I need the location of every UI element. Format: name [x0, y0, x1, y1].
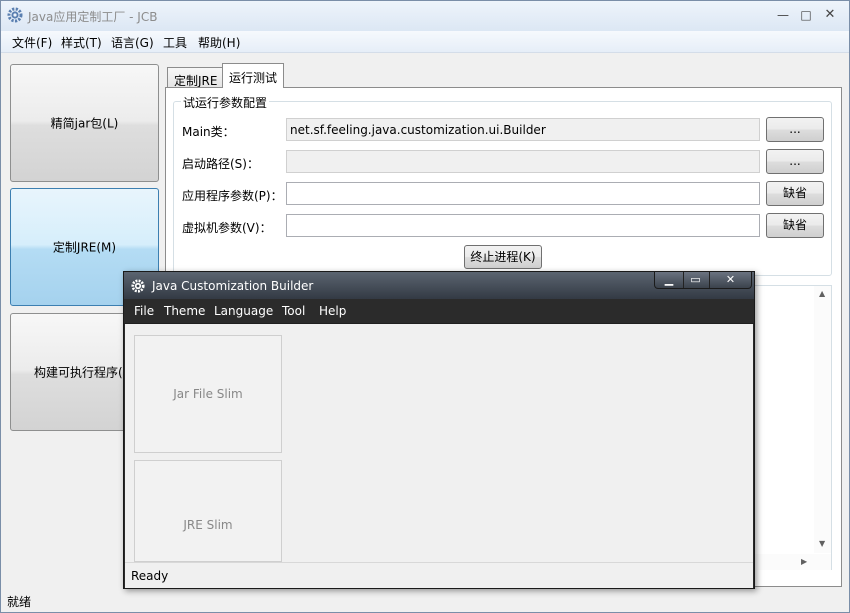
stop-process-button[interactable]: 终止进程(K) [464, 245, 542, 269]
menu-bar: 文件(F) 样式(T) 语言(G) 工具 帮助(H) [1, 31, 849, 53]
status-bar: 就绪 [1, 588, 849, 612]
minimize-button[interactable]: — [772, 6, 794, 24]
overlay-title-bar[interactable]: Java Customization Builder ▁ ▭ ✕ [124, 272, 754, 299]
menu-tools[interactable]: 工具 [163, 34, 187, 51]
overlay-menu-theme[interactable]: Theme [164, 304, 205, 318]
overlay-jar-slim-button[interactable]: Jar File Slim [134, 335, 282, 453]
nav-custom-jre-label: 定制JRE(M) [52, 240, 117, 255]
window-title: Java应用定制工厂 - JCB [28, 10, 158, 24]
tab-run-test[interactable]: 运行测试 [222, 63, 285, 88]
overlay-status-bar: Ready [125, 562, 753, 588]
overlay-jre-slim-label: JRE Slim [183, 518, 233, 532]
overlay-menu-tool[interactable]: Tool [282, 304, 305, 318]
app-args-default-button[interactable]: 缺省 [766, 181, 824, 206]
nav-jar-slim-label: 精简jar包(L) [50, 116, 119, 131]
overlay-window-title: Java Customization Builder [152, 279, 314, 293]
vm-args-default-button[interactable]: 缺省 [766, 213, 824, 238]
overlay-menu-help[interactable]: Help [319, 304, 346, 318]
app-args-field[interactable] [286, 182, 760, 205]
gear-icon [131, 279, 145, 293]
scroll-up-icon[interactable]: ▲ [819, 289, 825, 298]
overlay-menu-language[interactable]: Language [214, 304, 273, 318]
app-args-label: 应用程序参数(P)： [182, 189, 283, 203]
main-class-label: Main类： [182, 125, 235, 139]
nav-jar-slim-button[interactable]: 精简jar包(L) [10, 64, 159, 182]
output-vertical-scrollbar[interactable]: ▲ ▼ [814, 286, 831, 553]
menu-help[interactable]: 帮助(H) [198, 34, 240, 51]
overlay-content: Jar File Slim JRE Slim [125, 324, 753, 562]
overlay-window: Java Customization Builder ▁ ▭ ✕ File Th… [123, 271, 755, 589]
title-bar[interactable]: Java应用定制工厂 - JCB — □ ✕ [1, 1, 849, 31]
menu-language[interactable]: 语言(G) [111, 34, 154, 51]
gear-icon [7, 7, 23, 23]
overlay-close-button[interactable]: ✕ [709, 272, 751, 288]
scroll-right-icon[interactable]: ▶ [801, 557, 807, 566]
classpath-browse-button[interactable]: ... [766, 149, 824, 174]
overlay-menu-file[interactable]: File [134, 304, 154, 318]
overlay-menu-bar: File Theme Language Tool Help [124, 299, 754, 324]
maximize-button[interactable]: □ [795, 6, 817, 24]
close-button[interactable]: ✕ [819, 6, 841, 24]
overlay-maximize-button[interactable]: ▭ [683, 272, 707, 288]
classpath-field[interactable] [286, 150, 760, 173]
overlay-minimize-button[interactable]: ▁ [657, 272, 681, 288]
overlay-jre-slim-button[interactable]: JRE Slim [134, 460, 282, 562]
overlay-jar-slim-label: Jar File Slim [173, 387, 243, 401]
run-params-group-title: 试运行参数配置 [181, 94, 270, 111]
overlay-status-text: Ready [131, 569, 169, 583]
classpath-label: 启动路径(S)： [182, 157, 259, 171]
main-class-field[interactable]: net.sf.feeling.java.customization.ui.Bui… [286, 118, 760, 141]
menu-style[interactable]: 样式(T) [61, 34, 102, 51]
scroll-down-icon[interactable]: ▼ [819, 539, 825, 548]
status-text: 就绪 [7, 595, 32, 609]
overlay-window-controls: ▁ ▭ ✕ [654, 272, 752, 289]
menu-file[interactable]: 文件(F) [12, 34, 52, 51]
main-class-browse-button[interactable]: ... [766, 117, 824, 142]
tab-custom-jre[interactable]: 定制JRE [167, 67, 225, 88]
vm-args-label: 虚拟机参数(V)： [182, 221, 272, 235]
vm-args-field[interactable] [286, 214, 760, 237]
